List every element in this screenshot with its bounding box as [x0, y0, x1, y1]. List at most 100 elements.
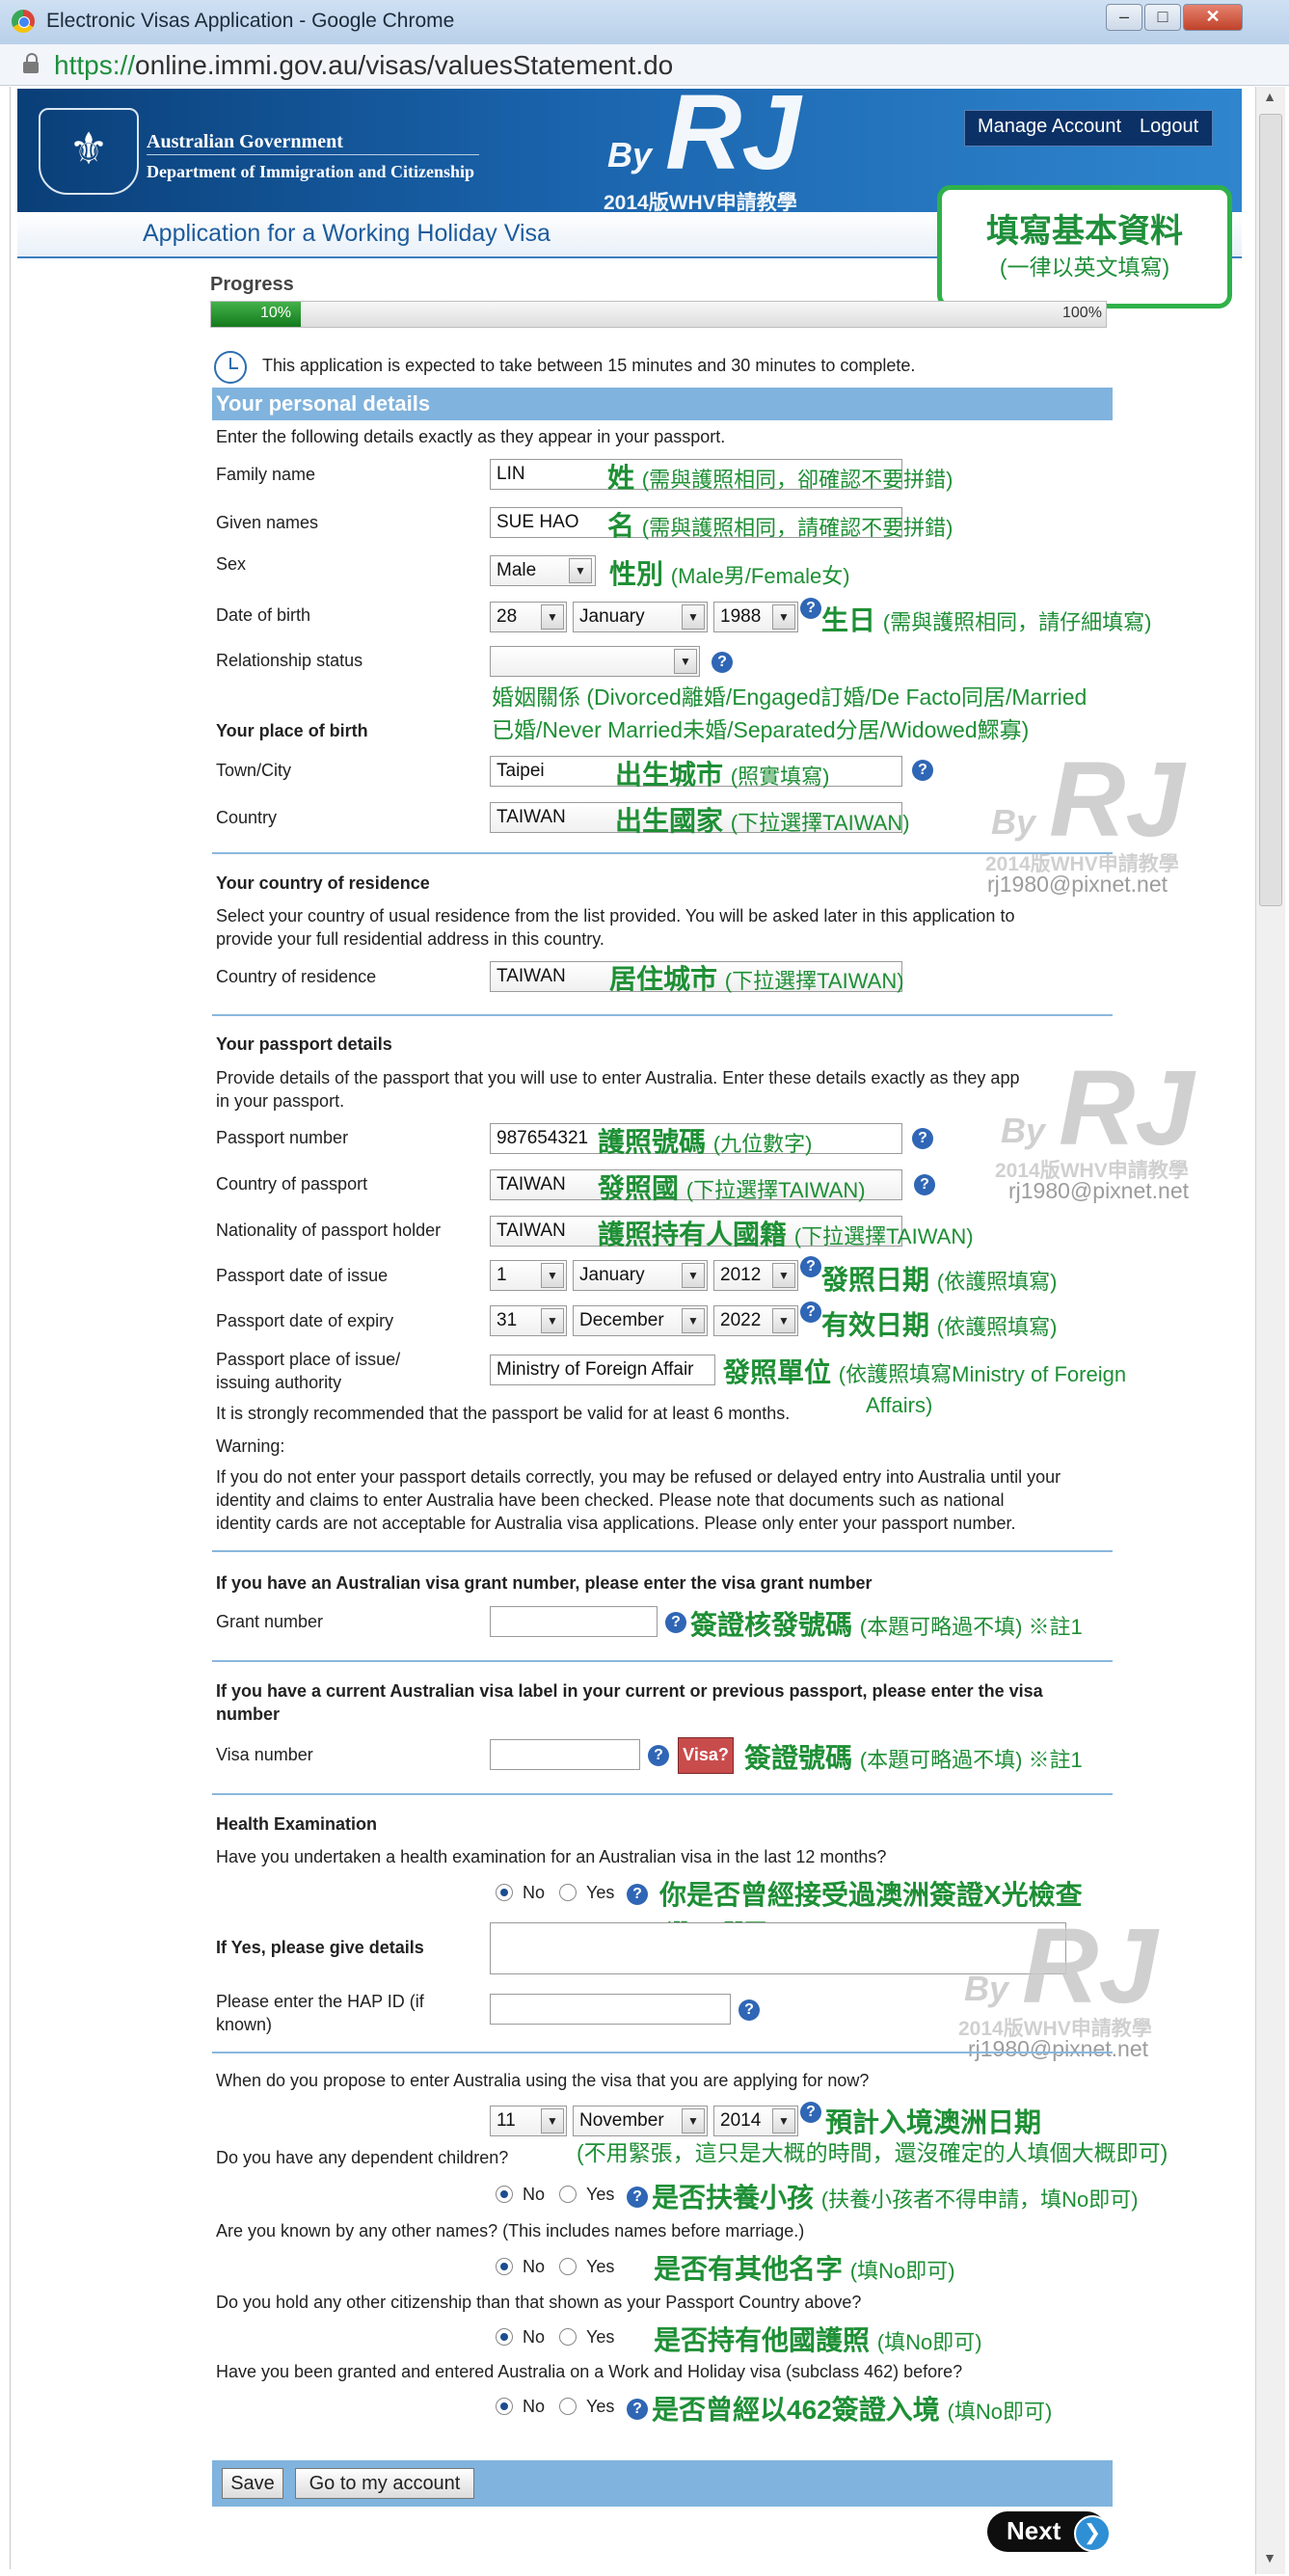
maximize-button[interactable]: □ [1144, 4, 1181, 31]
help-icon[interactable]: ? [648, 1745, 669, 1766]
chevron-down-icon[interactable]: ▼ [674, 649, 697, 674]
anno-note: (九位數字) [712, 1132, 813, 1156]
country-annotation: 出生國家 (下拉選擇TAIWAN) [615, 800, 910, 839]
go-to-account-button[interactable]: Go to my account [295, 2468, 474, 2499]
watermark-by: By [964, 1969, 1009, 2008]
divider [212, 1014, 1113, 1016]
whv-no-radio[interactable] [496, 2398, 513, 2415]
anno-main: 性別 [609, 559, 664, 589]
warning-line-1: If you do not enter your passport detail… [216, 1467, 1061, 1487]
save-button[interactable]: Save [222, 2468, 283, 2499]
if-yes-label: If Yes, please give details [216, 1938, 424, 1958]
citizenship-no-radio[interactable] [496, 2328, 513, 2346]
children-yes-radio[interactable] [559, 2186, 577, 2203]
chevron-down-icon[interactable]: ▼ [682, 1263, 705, 1288]
manage-account-link[interactable]: Manage Account [978, 116, 1121, 138]
other-names-yes-radio[interactable] [559, 2258, 577, 2275]
next-arrow-icon[interactable]: ❯ [1074, 2515, 1111, 2552]
help-icon[interactable]: ? [627, 2187, 648, 2208]
nationality-annotation: 護照持有人國籍 (下拉選擇TAIWAN) [598, 1214, 974, 1252]
whv-yes-radio[interactable] [559, 2398, 577, 2415]
chevron-down-icon[interactable]: ▼ [541, 1308, 564, 1333]
given-names-annotation: 名 (需與護照相同，請確認不要拼錯) [607, 505, 953, 544]
chevron-down-icon[interactable]: ▼ [541, 604, 564, 630]
chevron-down-icon[interactable]: ▼ [541, 1263, 564, 1288]
scrollbar-thumb[interactable] [1259, 114, 1282, 906]
help-icon[interactable]: ? [800, 598, 821, 619]
children-no-radio[interactable] [496, 2186, 513, 2203]
scroll-down-icon[interactable]: ▼ [1259, 2550, 1280, 2571]
anno-main: 姓 [607, 463, 635, 493]
chevron-down-icon[interactable]: ▼ [682, 604, 705, 630]
watermark-rj: RJ [1059, 1049, 1195, 1167]
window-title: Electronic Visas Application - Google Ch… [46, 10, 455, 32]
anno-note: (填No即可) [849, 2259, 955, 2283]
minimize-button[interactable]: – [1106, 4, 1142, 31]
issue-place-input[interactable]: Ministry of Foreign Affair [490, 1355, 715, 1385]
anno-main: 是否曾經以462簽證入境 [652, 2395, 940, 2425]
hap-id-input[interactable] [490, 1994, 731, 2025]
chevron-down-icon[interactable]: ▼ [682, 2108, 705, 2133]
anno-note: (依護照填寫) [936, 1270, 1058, 1294]
help-icon[interactable]: ? [912, 760, 933, 781]
lock-icon [23, 53, 39, 73]
health-yes-radio[interactable] [559, 1884, 577, 1901]
help-icon[interactable]: ? [627, 2399, 648, 2420]
visa-number-label: Visa number [216, 1745, 313, 1764]
chevron-down-icon[interactable]: ▼ [772, 1263, 795, 1288]
anno-main: 發照單位 [723, 1357, 832, 1387]
help-icon[interactable]: ? [712, 652, 733, 673]
visa-number-input[interactable] [490, 1739, 640, 1770]
chevron-down-icon[interactable]: ▼ [772, 604, 795, 630]
scroll-up-icon[interactable]: ▲ [1259, 89, 1280, 110]
town-label: Town/City [216, 761, 292, 780]
help-icon[interactable]: ? [665, 1612, 686, 1633]
issue-place-annotation-2: Affairs) [866, 1388, 932, 1419]
close-button[interactable]: ✕ [1183, 4, 1243, 31]
chevron-down-icon[interactable]: ▼ [682, 1308, 705, 1333]
url-text[interactable]: https://online.immi.gov.au/visas/valuesS… [54, 50, 673, 81]
anno-note: (Male男/Female女) [670, 564, 850, 588]
other-names-question: Are you known by any other names? (This … [216, 2221, 805, 2241]
anno-note: (依護照填寫) [936, 1315, 1058, 1339]
help-icon[interactable]: ? [627, 1884, 648, 1905]
hap-label-1: Please enter the HAP ID (if [216, 1992, 424, 2011]
relationship-select[interactable] [490, 646, 700, 677]
help-icon[interactable]: ? [800, 1256, 821, 1277]
sex-label: Sex [216, 554, 247, 574]
section-title: Your personal details [216, 391, 431, 416]
grant-input[interactable] [490, 1606, 658, 1637]
health-details-input[interactable] [490, 1922, 1066, 1974]
chevron-down-icon[interactable]: ▼ [772, 2108, 795, 2133]
section-heading: Your personal details [212, 388, 1113, 420]
watermark-by: By [607, 135, 653, 174]
chevron-down-icon[interactable]: ▼ [541, 2108, 564, 2133]
health-no-radio[interactable] [496, 1884, 513, 1901]
watermark-by: By [1001, 1111, 1046, 1150]
anno-note: (下拉選擇TAIWAN) [730, 811, 910, 835]
help-icon[interactable]: ? [738, 1999, 760, 2021]
if-yes-text: If Yes, please give details [216, 1938, 424, 1957]
country-label: Country [216, 808, 278, 827]
health-question: Have you undertaken a health examination… [216, 1847, 887, 1866]
help-icon[interactable]: ? [800, 2102, 821, 2123]
help-icon[interactable]: ? [800, 1301, 821, 1323]
citizenship-yes-radio[interactable] [559, 2328, 577, 2346]
anno-note: (填No即可) [947, 2400, 1053, 2424]
anno-main: 生日 [821, 605, 876, 635]
chevron-down-icon[interactable]: ▼ [569, 558, 592, 583]
chevron-down-icon[interactable]: ▼ [772, 1308, 795, 1333]
radio-yes-label: Yes [586, 2327, 615, 2347]
other-names-no-radio[interactable] [496, 2258, 513, 2275]
logout-link[interactable]: Logout [1140, 116, 1198, 138]
anno-main: 出生國家 [615, 806, 724, 836]
help-icon[interactable]: ? [914, 1174, 935, 1195]
department-name: Department of Immigration and Citizenshi… [147, 162, 474, 181]
help-icon[interactable]: ? [912, 1128, 933, 1149]
radio-no-label: No [523, 2185, 546, 2204]
family-name-label: Family name [216, 465, 316, 484]
enter-date-annotation-2: (不用緊張，這只是大概的時間，還沒確定的人填個大概即可) [577, 2140, 1168, 2165]
dob-annotation: 生日 (需與護照相同，請仔細填寫) [821, 600, 1151, 638]
town-annotation: 出生城市 (照實填寫) [615, 754, 829, 792]
anno-main: 名 [607, 511, 635, 541]
